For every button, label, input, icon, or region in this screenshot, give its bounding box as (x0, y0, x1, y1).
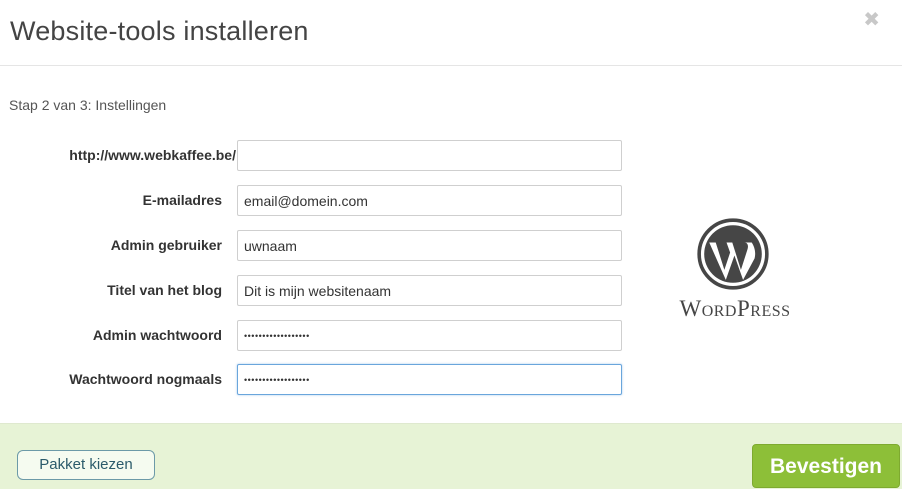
install-dialog: Website-tools installeren ✖ Stap 2 van 3… (0, 0, 902, 489)
dialog-footer: Pakket kiezen Bevestigen (0, 423, 902, 489)
password-repeat-input[interactable] (237, 364, 622, 395)
wordpress-logo-icon (697, 218, 769, 290)
url-label: http://www.webkaffee.be/ (69, 147, 236, 163)
choose-package-button[interactable]: Pakket kiezen (17, 450, 155, 480)
step-indicator: Stap 2 van 3: Instellingen (9, 97, 167, 113)
wordpress-wordmark: WordPress (679, 296, 791, 321)
form-row-admin-user: Admin gebruiker (0, 230, 640, 262)
blog-title-label: Titel van het blog (107, 282, 222, 298)
form-row-admin-password: Admin wachtwoord (0, 320, 640, 352)
dialog-header: Website-tools installeren ✖ (0, 0, 902, 66)
close-icon[interactable]: ✖ (863, 10, 880, 30)
form-row-blog-title: Titel van het blog (0, 275, 640, 307)
email-label: E-mailadres (142, 192, 222, 208)
url-path-input[interactable] (237, 140, 622, 171)
confirm-button[interactable]: Bevestigen (752, 444, 900, 488)
dialog-title: Website-tools installeren (10, 16, 309, 46)
admin-password-label: Admin wachtwoord (92, 327, 222, 343)
admin-password-input[interactable] (237, 320, 622, 351)
admin-user-input[interactable] (237, 230, 622, 261)
wordpress-logo: WordPress (650, 218, 820, 330)
form-row-password-repeat: Wachtwoord nogmaals (0, 364, 640, 396)
blog-title-input[interactable] (237, 275, 622, 306)
form-row-email: E-mailadres (0, 185, 640, 217)
password-repeat-label: Wachtwoord nogmaals (69, 371, 222, 387)
form-row-url: http://www.webkaffee.be/ (0, 140, 640, 172)
admin-user-label: Admin gebruiker (110, 237, 222, 253)
email-input[interactable] (237, 185, 622, 216)
